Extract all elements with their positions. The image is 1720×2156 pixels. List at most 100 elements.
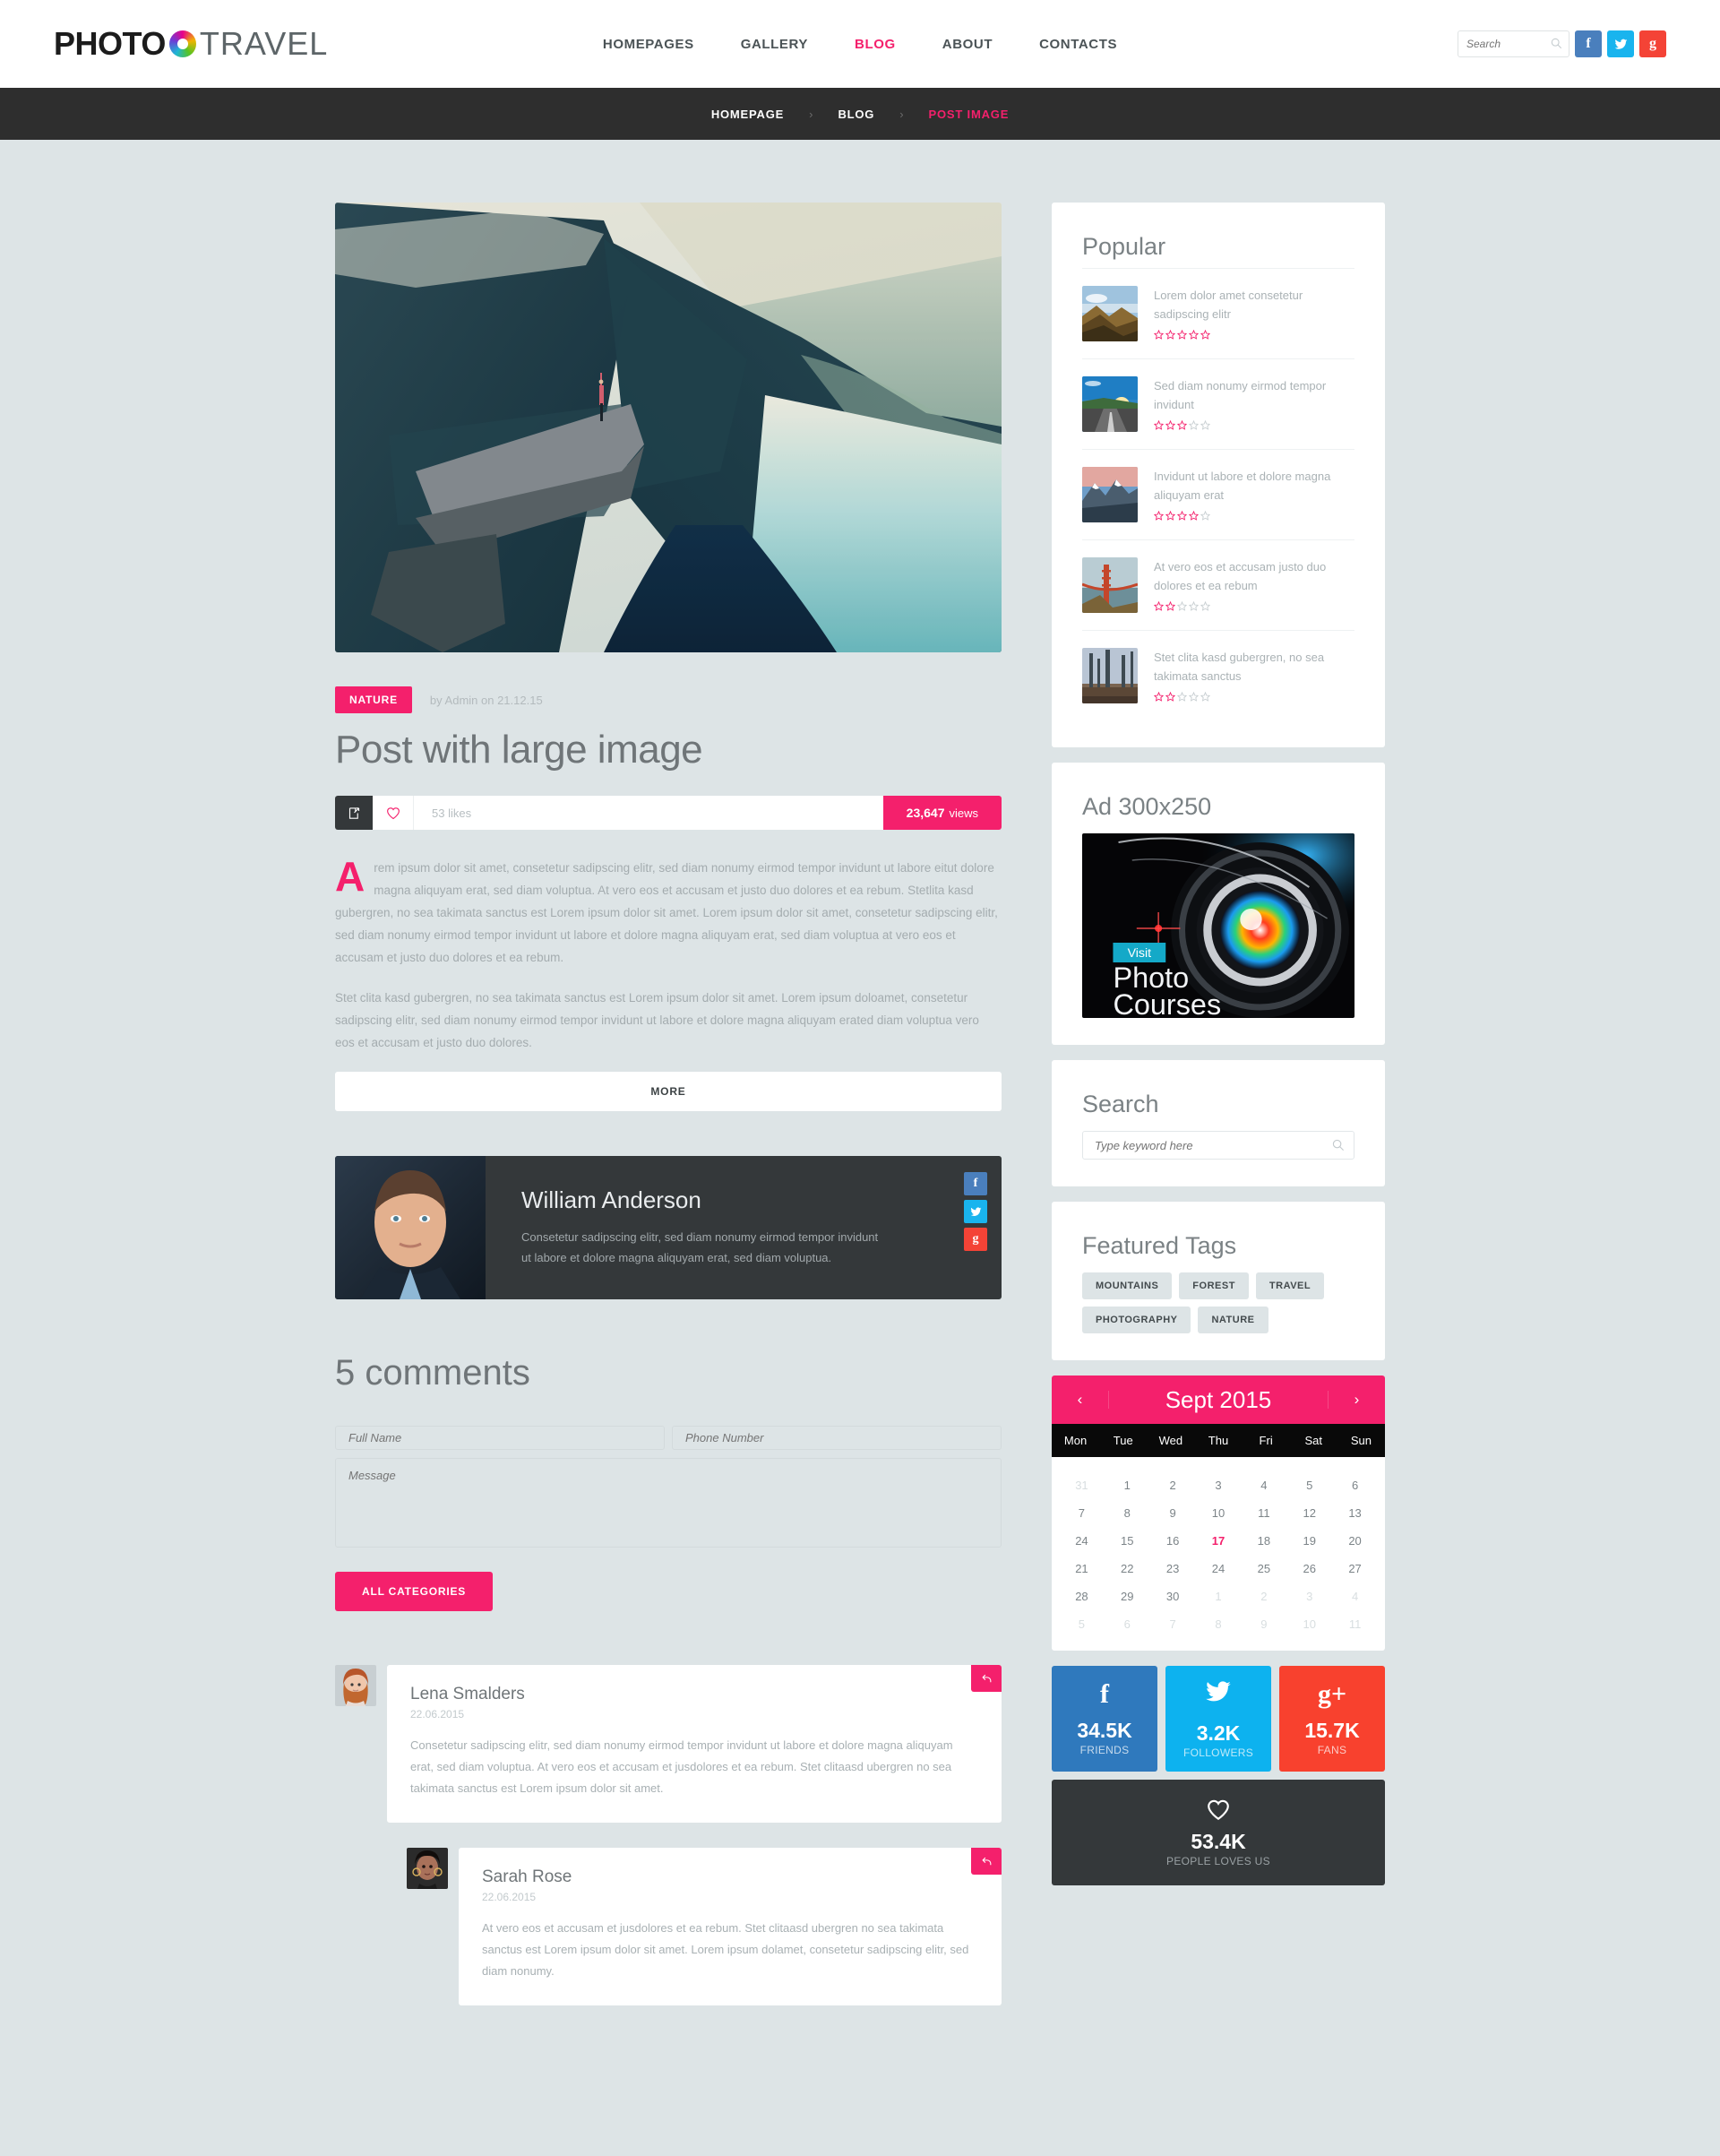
popular-item[interactable]: At vero eos et accusam justo duo dolores… [1082,539,1354,630]
social-counter-facebook[interactable]: f 34.5K FRIENDS [1052,1666,1157,1772]
calendar-grid: 31 1 2 3 4 5 6 7 8 9 10 11 12 13 24 15 16 17 18 19 20 21 22 23 2… [1052,1457,1385,1651]
header-googleplus-icon[interactable]: g [1639,30,1666,57]
star-icon [1165,330,1175,340]
tag-travel[interactable]: TRAVEL [1255,1272,1325,1299]
calendar-day[interactable]: 19 [1286,1527,1332,1555]
calendar-day[interactable]: 6 [1332,1471,1378,1499]
sidebar-search-input[interactable] [1082,1131,1354,1160]
calendar-day[interactable]: 9 [1150,1499,1196,1527]
calendar-day[interactable]: 10 [1196,1499,1242,1527]
tag-forest[interactable]: FOREST [1179,1272,1249,1299]
star-icon [1200,330,1210,340]
calendar-day[interactable]: 27 [1332,1555,1378,1583]
post-meta: NATURE by Admin on 21.12.15 [335,686,1002,713]
calendar-day[interactable]: 3 [1286,1583,1332,1610]
comment-item: Sarah Rose 22.06.2015 At vero eos et accus… [407,1848,1002,2005]
calendar-day[interactable]: 1 [1196,1583,1242,1610]
calendar-day[interactable]: 9 [1241,1610,1286,1638]
header-twitter-icon[interactable] [1607,30,1634,57]
calendar-day[interactable]: 8 [1196,1610,1242,1638]
like-button[interactable] [373,796,414,830]
breadcrumb-item-post-image[interactable]: POST IMAGE [929,108,1010,121]
calendar-day[interactable]: 25 [1241,1555,1286,1583]
calendar-day[interactable]: 6 [1105,1610,1150,1638]
calendar-day[interactable]: 5 [1286,1471,1332,1499]
popular-item[interactable]: Invidunt ut labore et dolore magna aliqu… [1082,449,1354,539]
rating-stars[interactable] [1154,420,1354,430]
post-hero-image[interactable] [335,203,1002,652]
calendar-day[interactable]: 11 [1241,1499,1286,1527]
rating-stars[interactable] [1154,692,1354,702]
post-paragraph-1: A rem ipsum dolor sit amet, consetetur s… [335,856,1002,969]
calendar-day[interactable]: 26 [1286,1555,1332,1583]
calendar-day-selected[interactable]: 17 [1196,1527,1242,1555]
post-category-badge[interactable]: NATURE [335,686,412,713]
popular-item[interactable]: Stet clita kasd gubergren, no sea takima… [1082,630,1354,720]
calendar-day[interactable]: 3 [1196,1471,1242,1499]
breadcrumb: HOMEPAGE › BLOG › POST IMAGE [0,88,1720,140]
calendar-day[interactable]: 1 [1105,1471,1150,1499]
share-button[interactable] [335,796,373,830]
calendar-day[interactable]: 31 [1059,1471,1105,1499]
calendar-day[interactable]: 7 [1059,1499,1105,1527]
search-icon[interactable] [1332,1139,1345,1151]
nav-item-homepages[interactable]: HOMEPAGES [603,37,694,52]
rating-stars[interactable] [1154,511,1354,521]
calendar-day[interactable]: 18 [1241,1527,1286,1555]
breadcrumb-item-blog[interactable]: BLOG [838,108,874,121]
message-textarea[interactable] [335,1458,1002,1548]
calendar-day[interactable]: 24 [1196,1555,1242,1583]
nav-item-about[interactable]: ABOUT [942,37,993,52]
calendar-day[interactable]: 5 [1059,1610,1105,1638]
calendar-day[interactable]: 24 [1059,1527,1105,1555]
calendar-day[interactable]: 20 [1332,1527,1378,1555]
tag-photography[interactable]: PHOTOGRAPHY [1082,1307,1191,1333]
phone-number-input[interactable] [672,1426,1002,1450]
breadcrumb-item-homepage[interactable]: HOMEPAGE [711,108,784,121]
calendar-day[interactable]: 23 [1150,1555,1196,1583]
calendar-prev-button[interactable]: ‹ [1052,1391,1109,1409]
calendar-day[interactable]: 4 [1332,1583,1378,1610]
calendar-day[interactable]: 8 [1105,1499,1150,1527]
calendar-day[interactable]: 16 [1150,1527,1196,1555]
calendar-day[interactable]: 11 [1332,1610,1378,1638]
tag-nature[interactable]: NATURE [1198,1307,1268,1333]
author-googleplus-icon[interactable]: g [964,1228,987,1251]
header-facebook-icon[interactable]: f [1575,30,1602,57]
popular-item[interactable]: Sed diam nonumy eirmod tempor invidunt [1082,358,1354,449]
more-button[interactable]: MORE [335,1072,1002,1111]
reply-button[interactable] [971,1665,1002,1692]
nav-item-gallery[interactable]: GALLERY [741,37,808,52]
calendar-day[interactable]: 2 [1241,1583,1286,1610]
rating-stars[interactable] [1154,601,1354,611]
nav-item-blog[interactable]: BLOG [855,37,896,52]
calendar-day[interactable]: 29 [1105,1583,1150,1610]
calendar-next-button[interactable]: › [1328,1391,1385,1409]
calendar-day[interactable]: 15 [1105,1527,1150,1555]
calendar-day[interactable]: 2 [1150,1471,1196,1499]
calendar-day[interactable]: 10 [1286,1610,1332,1638]
calendar-day[interactable]: 28 [1059,1583,1105,1610]
star-icon [1200,420,1210,430]
social-counter-google-plus[interactable]: g+ 15.7K FANS [1279,1666,1385,1772]
tag-mountains[interactable]: MOUNTAINS [1082,1272,1173,1299]
calendar-day[interactable]: 13 [1332,1499,1378,1527]
calendar-day[interactable]: 21 [1059,1555,1105,1583]
popular-item[interactable]: Lorem dolor amet consetetur sadipscing e… [1082,268,1354,358]
all-categories-button[interactable]: ALL CATEGORIES [335,1572,494,1611]
calendar-day[interactable]: 22 [1105,1555,1150,1583]
social-counter-twitter[interactable]: 3.2K FOLLOWERS [1165,1666,1271,1772]
author-twitter-icon[interactable] [964,1200,987,1223]
author-facebook-icon[interactable]: f [964,1172,987,1195]
calendar-day[interactable]: 4 [1241,1471,1286,1499]
comment-avatar [407,1848,448,1889]
calendar-day[interactable]: 7 [1150,1610,1196,1638]
full-name-input[interactable] [335,1426,665,1450]
reply-button[interactable] [971,1848,1002,1875]
calendar-day[interactable]: 30 [1150,1583,1196,1610]
calendar-day[interactable]: 12 [1286,1499,1332,1527]
ad-banner[interactable]: Visit Photo Courses [1082,833,1354,1018]
rating-stars[interactable] [1154,330,1354,340]
logo[interactable]: PHOTO TRAVEL [54,25,328,63]
nav-item-contacts[interactable]: CONTACTS [1039,37,1117,52]
